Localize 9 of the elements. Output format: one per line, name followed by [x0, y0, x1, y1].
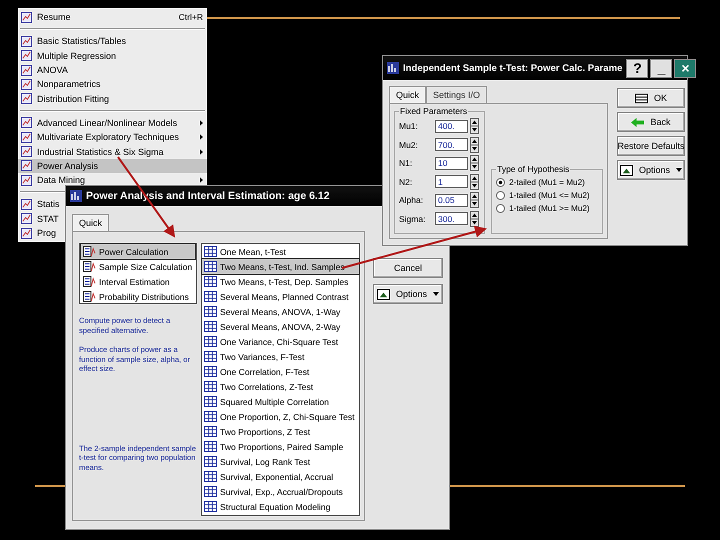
field-label: N2:: [399, 176, 414, 187]
group-title: Fixed Parameters: [399, 106, 468, 116]
field-label: Alpha:: [399, 195, 424, 206]
field-label: Mu1:: [399, 121, 419, 132]
field-label: Sigma:: [399, 214, 426, 224]
window-title: Independent Sample t-Test: Power Calc. Parame: [403, 62, 622, 74]
field-label: Mu2:: [399, 140, 419, 150]
field-label: N1:: [399, 158, 414, 168]
group-title: Type of Hypothesis: [496, 164, 570, 174]
